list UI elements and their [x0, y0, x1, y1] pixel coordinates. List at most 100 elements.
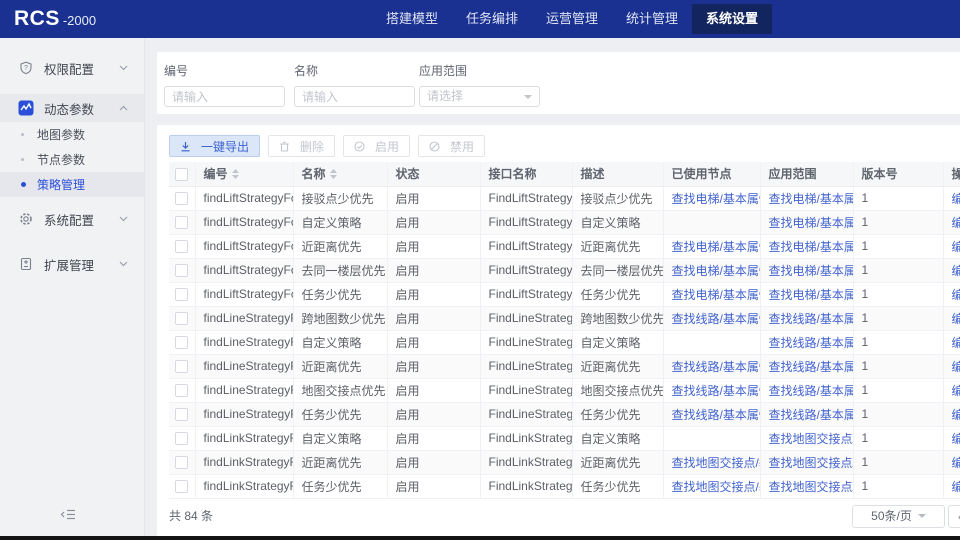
edit-link[interactable]: 编辑 [952, 336, 960, 350]
edit-link[interactable]: 编辑 [952, 312, 960, 326]
row-checkbox[interactable] [175, 192, 188, 205]
edit-link[interactable]: 编辑 [952, 408, 960, 422]
edit-link[interactable]: 编辑 [952, 264, 960, 278]
row-checkbox[interactable] [175, 432, 188, 445]
row-checkbox-cell [169, 378, 195, 402]
scope-link[interactable]: 查找地图交接点/基本属性 [769, 480, 854, 494]
nodes-link[interactable]: 查找线路/基本属性/查找 [672, 312, 761, 326]
cell-action: 编辑 [943, 450, 960, 474]
row-checkbox[interactable] [175, 288, 188, 301]
row-checkbox-cell [169, 474, 195, 498]
cell-version: 1 [853, 330, 943, 354]
edit-link[interactable]: 编辑 [952, 456, 960, 470]
sidebar-item-dynamic-params[interactable]: 动态参数 [0, 94, 144, 122]
nodes-link[interactable]: 查找线路/基本属性/查找 [672, 384, 761, 398]
collapse-sidebar-icon[interactable] [60, 508, 76, 526]
table-toolbar: 一键导出删除启用禁用 [157, 125, 960, 162]
sort-carets-icon[interactable] [232, 168, 239, 182]
nav-item-system-settings[interactable]: 系统设置 [692, 4, 772, 34]
sidebar-subitem-strategy-management[interactable]: 策略管理 [0, 172, 144, 197]
edit-link[interactable]: 编辑 [952, 480, 960, 494]
table-row: findLineStrategyForT...任务少优先启用FindLineSt… [169, 402, 960, 426]
nav-item-operation-management[interactable]: 运营管理 [532, 0, 612, 38]
scope-link[interactable]: 查找地图交接点/基本属性 [769, 456, 854, 470]
row-checkbox[interactable] [175, 312, 188, 325]
filter-select-scope[interactable]: 请选择 [419, 86, 540, 107]
cell-desc: 去同一楼层优先 [572, 258, 663, 282]
edit-link[interactable]: 编辑 [952, 432, 960, 446]
strategy-table: 编号名称状态接口名称描述已使用节点应用范围版本号操作 findLiftStrat… [169, 162, 960, 499]
scope-link[interactable]: 查找线路/基本属性/查找 [769, 312, 854, 326]
sidebar-subitem-node-params[interactable]: 节点参数 [0, 147, 144, 172]
filter-input-name[interactable] [294, 86, 415, 107]
row-checkbox[interactable] [175, 336, 188, 349]
scope-link[interactable]: 查找线路/基本属性/查找 [769, 384, 854, 398]
filter-group-scope: 应用范围请选择 [419, 62, 540, 107]
filter-input-code[interactable] [164, 86, 285, 107]
cell-action: 编辑 [943, 378, 960, 402]
cell-desc: 跨地图数少优先 [572, 306, 663, 330]
filter-label-scope: 应用范围 [419, 62, 540, 79]
page-size-select[interactable]: 50条/页 [852, 505, 945, 528]
disable-button: 禁用 [418, 135, 485, 157]
nav-item-statistics-management[interactable]: 统计管理 [612, 0, 692, 38]
scope-link[interactable]: 查找电梯/基本属性/查找 [769, 264, 854, 278]
cell-status: 启用 [387, 186, 480, 210]
sidebar-item-permission-config[interactable]: ?权限配置 [0, 54, 144, 82]
nodes-link[interactable]: 查找地图交接点/基本属性 [672, 480, 761, 494]
nodes-link[interactable]: 查找线路/基本属性/查找 [672, 360, 761, 374]
row-checkbox[interactable] [175, 408, 188, 421]
cell-name: 任务少优先 [293, 402, 387, 426]
cell-status: 启用 [387, 330, 480, 354]
nodes-link[interactable]: 查找电梯/基本属性/查找 [672, 240, 761, 254]
column-header-status: 状态 [387, 162, 480, 186]
scope-link[interactable]: 查找线路/基本属性/查找 [769, 360, 854, 374]
cell-interface: FindLinkStrategy [480, 450, 572, 474]
nodes-link[interactable]: 查找电梯/基本属性/查找 [672, 264, 761, 278]
cell-scope: 查找线路/基本属性/查找 [760, 306, 853, 330]
cell-scope: 查找地图交接点/基本属性 [760, 426, 853, 450]
nodes-link[interactable]: 查找线路/基本属性/查找 [672, 408, 761, 422]
cell-nodes: 查找线路/基本属性/查找 [663, 354, 760, 378]
scope-link[interactable]: 查找地图交接点/基本属性 [769, 432, 854, 446]
row-checkbox[interactable] [175, 264, 188, 277]
cell-version: 1 [853, 474, 943, 498]
scope-link[interactable]: 查找电梯/基本属性/查找 [769, 288, 854, 302]
row-checkbox-cell [169, 186, 195, 210]
sidebar-subitem-map-params[interactable]: 地图参数 [0, 122, 144, 147]
sort-carets-icon[interactable] [330, 168, 337, 182]
export-button[interactable]: 一键导出 [169, 135, 260, 157]
cell-interface: FindLineStrategy [480, 402, 572, 426]
row-checkbox[interactable] [175, 480, 188, 493]
bullet-dot-icon [21, 182, 26, 187]
scope-link[interactable]: 查找电梯/基本属性/查找 [769, 240, 854, 254]
row-checkbox[interactable] [175, 456, 188, 469]
edit-link[interactable]: 编辑 [952, 216, 960, 230]
edit-link[interactable]: 编辑 [952, 240, 960, 254]
select-all-checkbox[interactable] [175, 168, 188, 181]
edit-link[interactable]: 编辑 [952, 360, 960, 374]
row-checkbox[interactable] [175, 216, 188, 229]
edit-link[interactable]: 编辑 [952, 288, 960, 302]
nav-item-build-model[interactable]: 搭建模型 [372, 0, 452, 38]
nav-item-task-orchestration[interactable]: 任务编排 [452, 0, 532, 38]
nodes-link[interactable]: 查找电梯/基本属性/查找 [672, 192, 761, 206]
pagination-prev-button[interactable]: ‹ [948, 505, 960, 528]
edit-link[interactable]: 编辑 [952, 384, 960, 398]
nodes-link[interactable]: 查找地图交接点/基本属性 [672, 456, 761, 470]
row-checkbox[interactable] [175, 384, 188, 397]
chevron-down-icon [524, 95, 532, 99]
edit-link[interactable]: 编辑 [952, 192, 960, 206]
row-checkbox[interactable] [175, 240, 188, 253]
nodes-link[interactable]: 查找电梯/基本属性/查找 [672, 288, 761, 302]
sidebar-item-extension-management[interactable]: 扩展管理 [0, 250, 144, 278]
row-checkbox[interactable] [175, 360, 188, 373]
sidebar-gap [0, 197, 144, 205]
table-row: findLiftStrategyForTa...任务少优先启用FindLiftS… [169, 282, 960, 306]
scope-link[interactable]: 查找线路/基本属性/查找 [769, 336, 854, 350]
scope-link[interactable]: 查找线路/基本属性/查找 [769, 408, 854, 422]
scope-link[interactable]: 查找电梯/基本属性/查找 [769, 192, 854, 206]
filter-group-code: 编号 [164, 62, 285, 107]
sidebar-item-system-config[interactable]: 系统配置 [0, 205, 144, 233]
scope-link[interactable]: 查找电梯/基本属性/查找 [769, 216, 854, 230]
